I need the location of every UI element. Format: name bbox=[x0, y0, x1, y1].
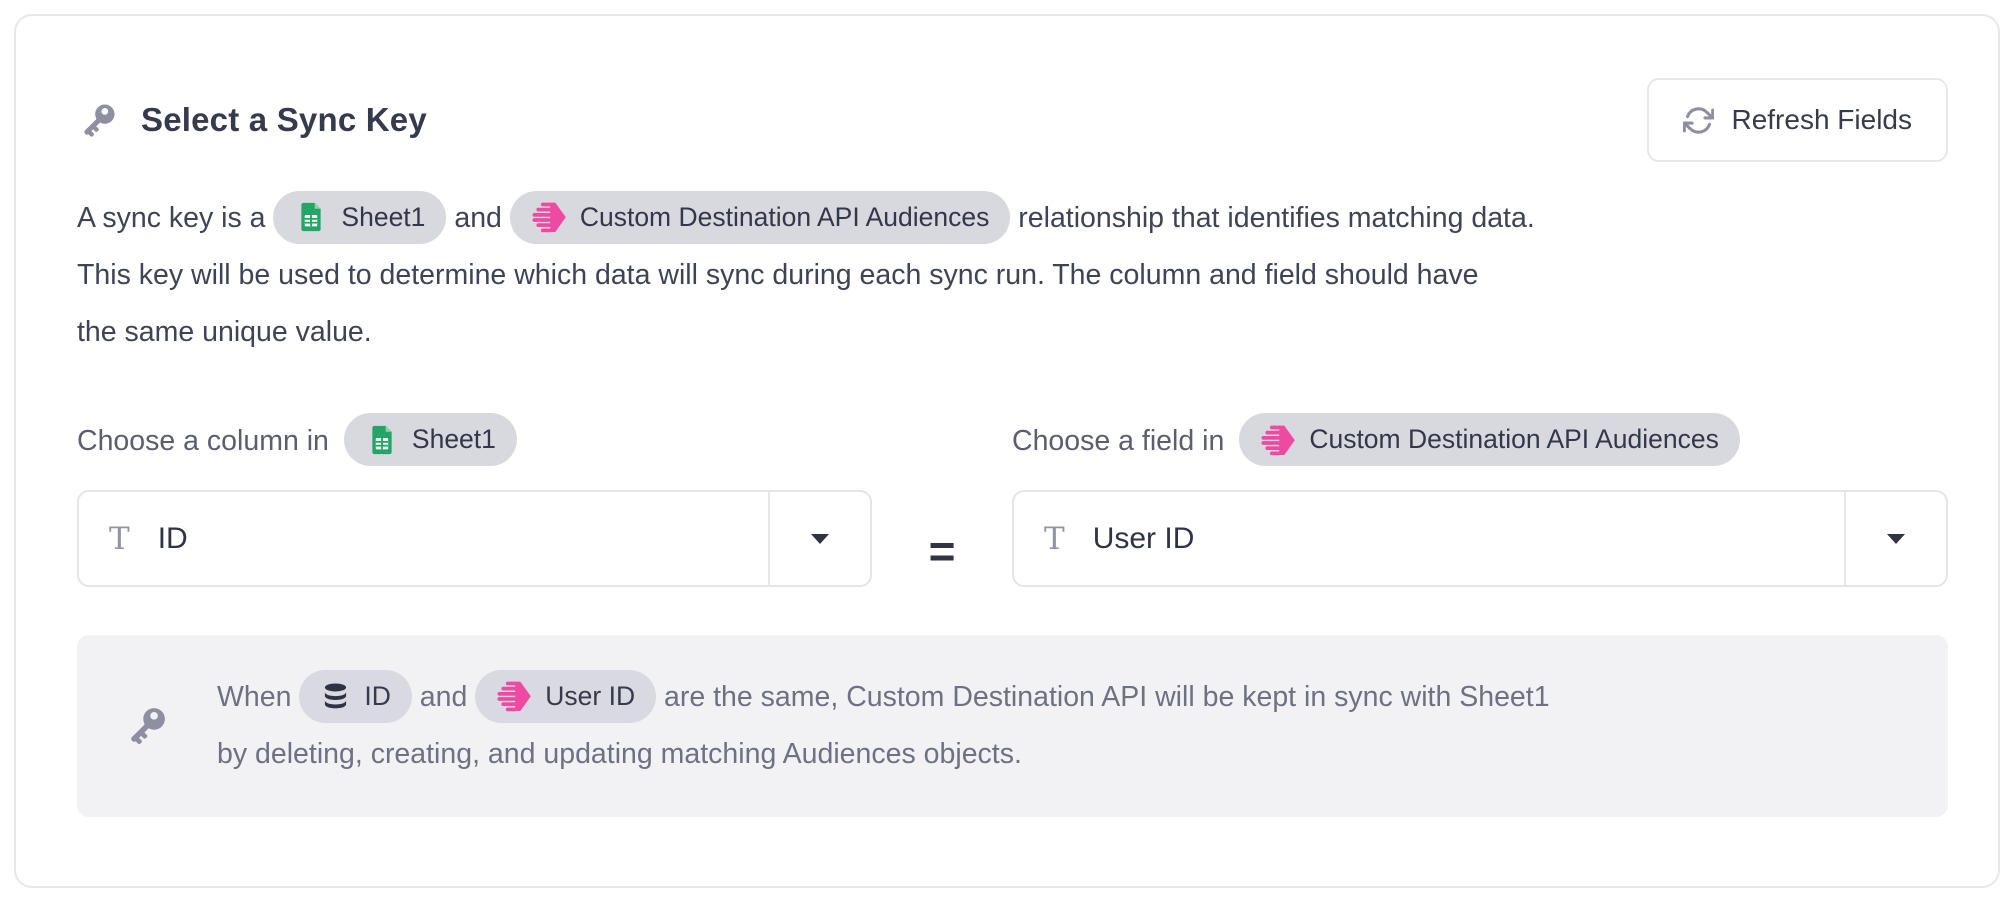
summary-text-segment: are the same, Custom Destination API wil… bbox=[664, 681, 1550, 713]
sheets-icon bbox=[294, 200, 328, 234]
source-badge: Sheet1 bbox=[273, 191, 446, 244]
header-title-group: Select a Sync Key bbox=[77, 99, 427, 142]
description-line-1: A sync key is a Sheet1 bbox=[77, 190, 1948, 247]
sync-key-selectors: Choose a column in bbox=[77, 415, 1948, 587]
column-select[interactable]: T ID bbox=[77, 490, 872, 587]
description-text: and bbox=[454, 202, 502, 234]
field-select-label-text: Choose a field in bbox=[1012, 425, 1224, 458]
column-select-value: ID bbox=[158, 522, 188, 556]
column-select-caret-button[interactable] bbox=[768, 492, 870, 585]
summary-text-segment: and bbox=[420, 681, 468, 713]
equals-sign: = bbox=[929, 502, 956, 599]
description-text: relationship that identifies matching da… bbox=[1018, 202, 1534, 234]
key-icon bbox=[77, 99, 120, 142]
caret-down-icon bbox=[1884, 531, 1908, 547]
sync-key-card: Select a Sync Key Refresh Fields A sync … bbox=[14, 14, 2000, 888]
equals-column: = bbox=[872, 415, 1012, 587]
summary-text-segment: When bbox=[217, 681, 291, 713]
field-user-id-badge: User ID bbox=[475, 670, 656, 723]
field-user-id-badge-label: User ID bbox=[545, 668, 635, 725]
destination-badge-label: Custom Destination API Audiences bbox=[580, 189, 990, 246]
sync-key-description: A sync key is a Sheet1 bbox=[77, 190, 1948, 361]
destination-badge-label: Custom Destination API Audiences bbox=[1309, 424, 1719, 455]
source-badge: Sheet1 bbox=[344, 413, 517, 466]
page-title: Select a Sync Key bbox=[141, 101, 427, 139]
refresh-fields-label: Refresh Fields bbox=[1731, 104, 1912, 136]
summary-line-1: When ID and bbox=[217, 669, 1550, 726]
column-select-label: Choose a column in bbox=[77, 415, 872, 468]
text-type-icon: T bbox=[1044, 521, 1065, 557]
text-type-icon: T bbox=[109, 521, 130, 557]
source-badge-label: Sheet1 bbox=[412, 424, 496, 455]
field-select-value-area[interactable]: T User ID bbox=[1014, 492, 1844, 585]
destination-arrow-icon bbox=[531, 199, 567, 235]
summary-text: When ID and bbox=[217, 669, 1550, 783]
description-line-2: This key will be used to determine which… bbox=[77, 247, 1948, 304]
destination-arrow-icon bbox=[1260, 422, 1296, 458]
key-icon bbox=[123, 702, 171, 750]
field-select-caret-button[interactable] bbox=[1844, 492, 1946, 585]
description-text: A sync key is a bbox=[77, 202, 266, 234]
source-badge-label: Sheet1 bbox=[341, 189, 425, 246]
column-id-badge-label: ID bbox=[364, 668, 391, 725]
column-select-value-area[interactable]: T ID bbox=[79, 492, 768, 585]
card-header: Select a Sync Key Refresh Fields bbox=[77, 78, 1948, 162]
field-select-label: Choose a field in Custom Des bbox=[1012, 415, 1948, 468]
column-id-badge: ID bbox=[299, 670, 412, 723]
column-select-group: Choose a column in bbox=[77, 415, 872, 587]
sync-key-summary: When ID and bbox=[77, 635, 1948, 817]
destination-arrow-icon bbox=[496, 678, 532, 714]
destination-badge: Custom Destination API Audiences bbox=[510, 191, 1011, 244]
caret-down-icon bbox=[808, 531, 832, 547]
column-select-label-text: Choose a column in bbox=[77, 425, 329, 458]
description-line-3: the same unique value. bbox=[77, 304, 1948, 361]
refresh-icon bbox=[1683, 105, 1714, 136]
field-select-value: User ID bbox=[1093, 522, 1195, 556]
destination-badge: Custom Destination API Audiences bbox=[1239, 413, 1740, 466]
sheets-icon bbox=[365, 423, 399, 457]
database-icon bbox=[320, 681, 351, 712]
field-select[interactable]: T User ID bbox=[1012, 490, 1948, 587]
summary-line-2: by deleting, creating, and updating matc… bbox=[217, 726, 1550, 783]
field-select-group: Choose a field in Custom Des bbox=[1012, 415, 1948, 587]
refresh-fields-button[interactable]: Refresh Fields bbox=[1647, 78, 1948, 162]
